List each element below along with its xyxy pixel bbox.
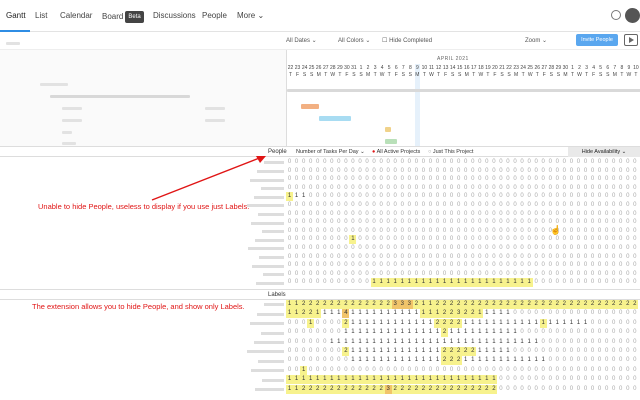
- annotation-arrow: [151, 156, 266, 201]
- app-root: Gantt List Calendar Board Beta Discussion…: [0, 0, 640, 400]
- mouse-cursor-icon: ☝: [550, 225, 562, 235]
- labels-annotation: The extension allows you to hide People,…: [32, 302, 245, 311]
